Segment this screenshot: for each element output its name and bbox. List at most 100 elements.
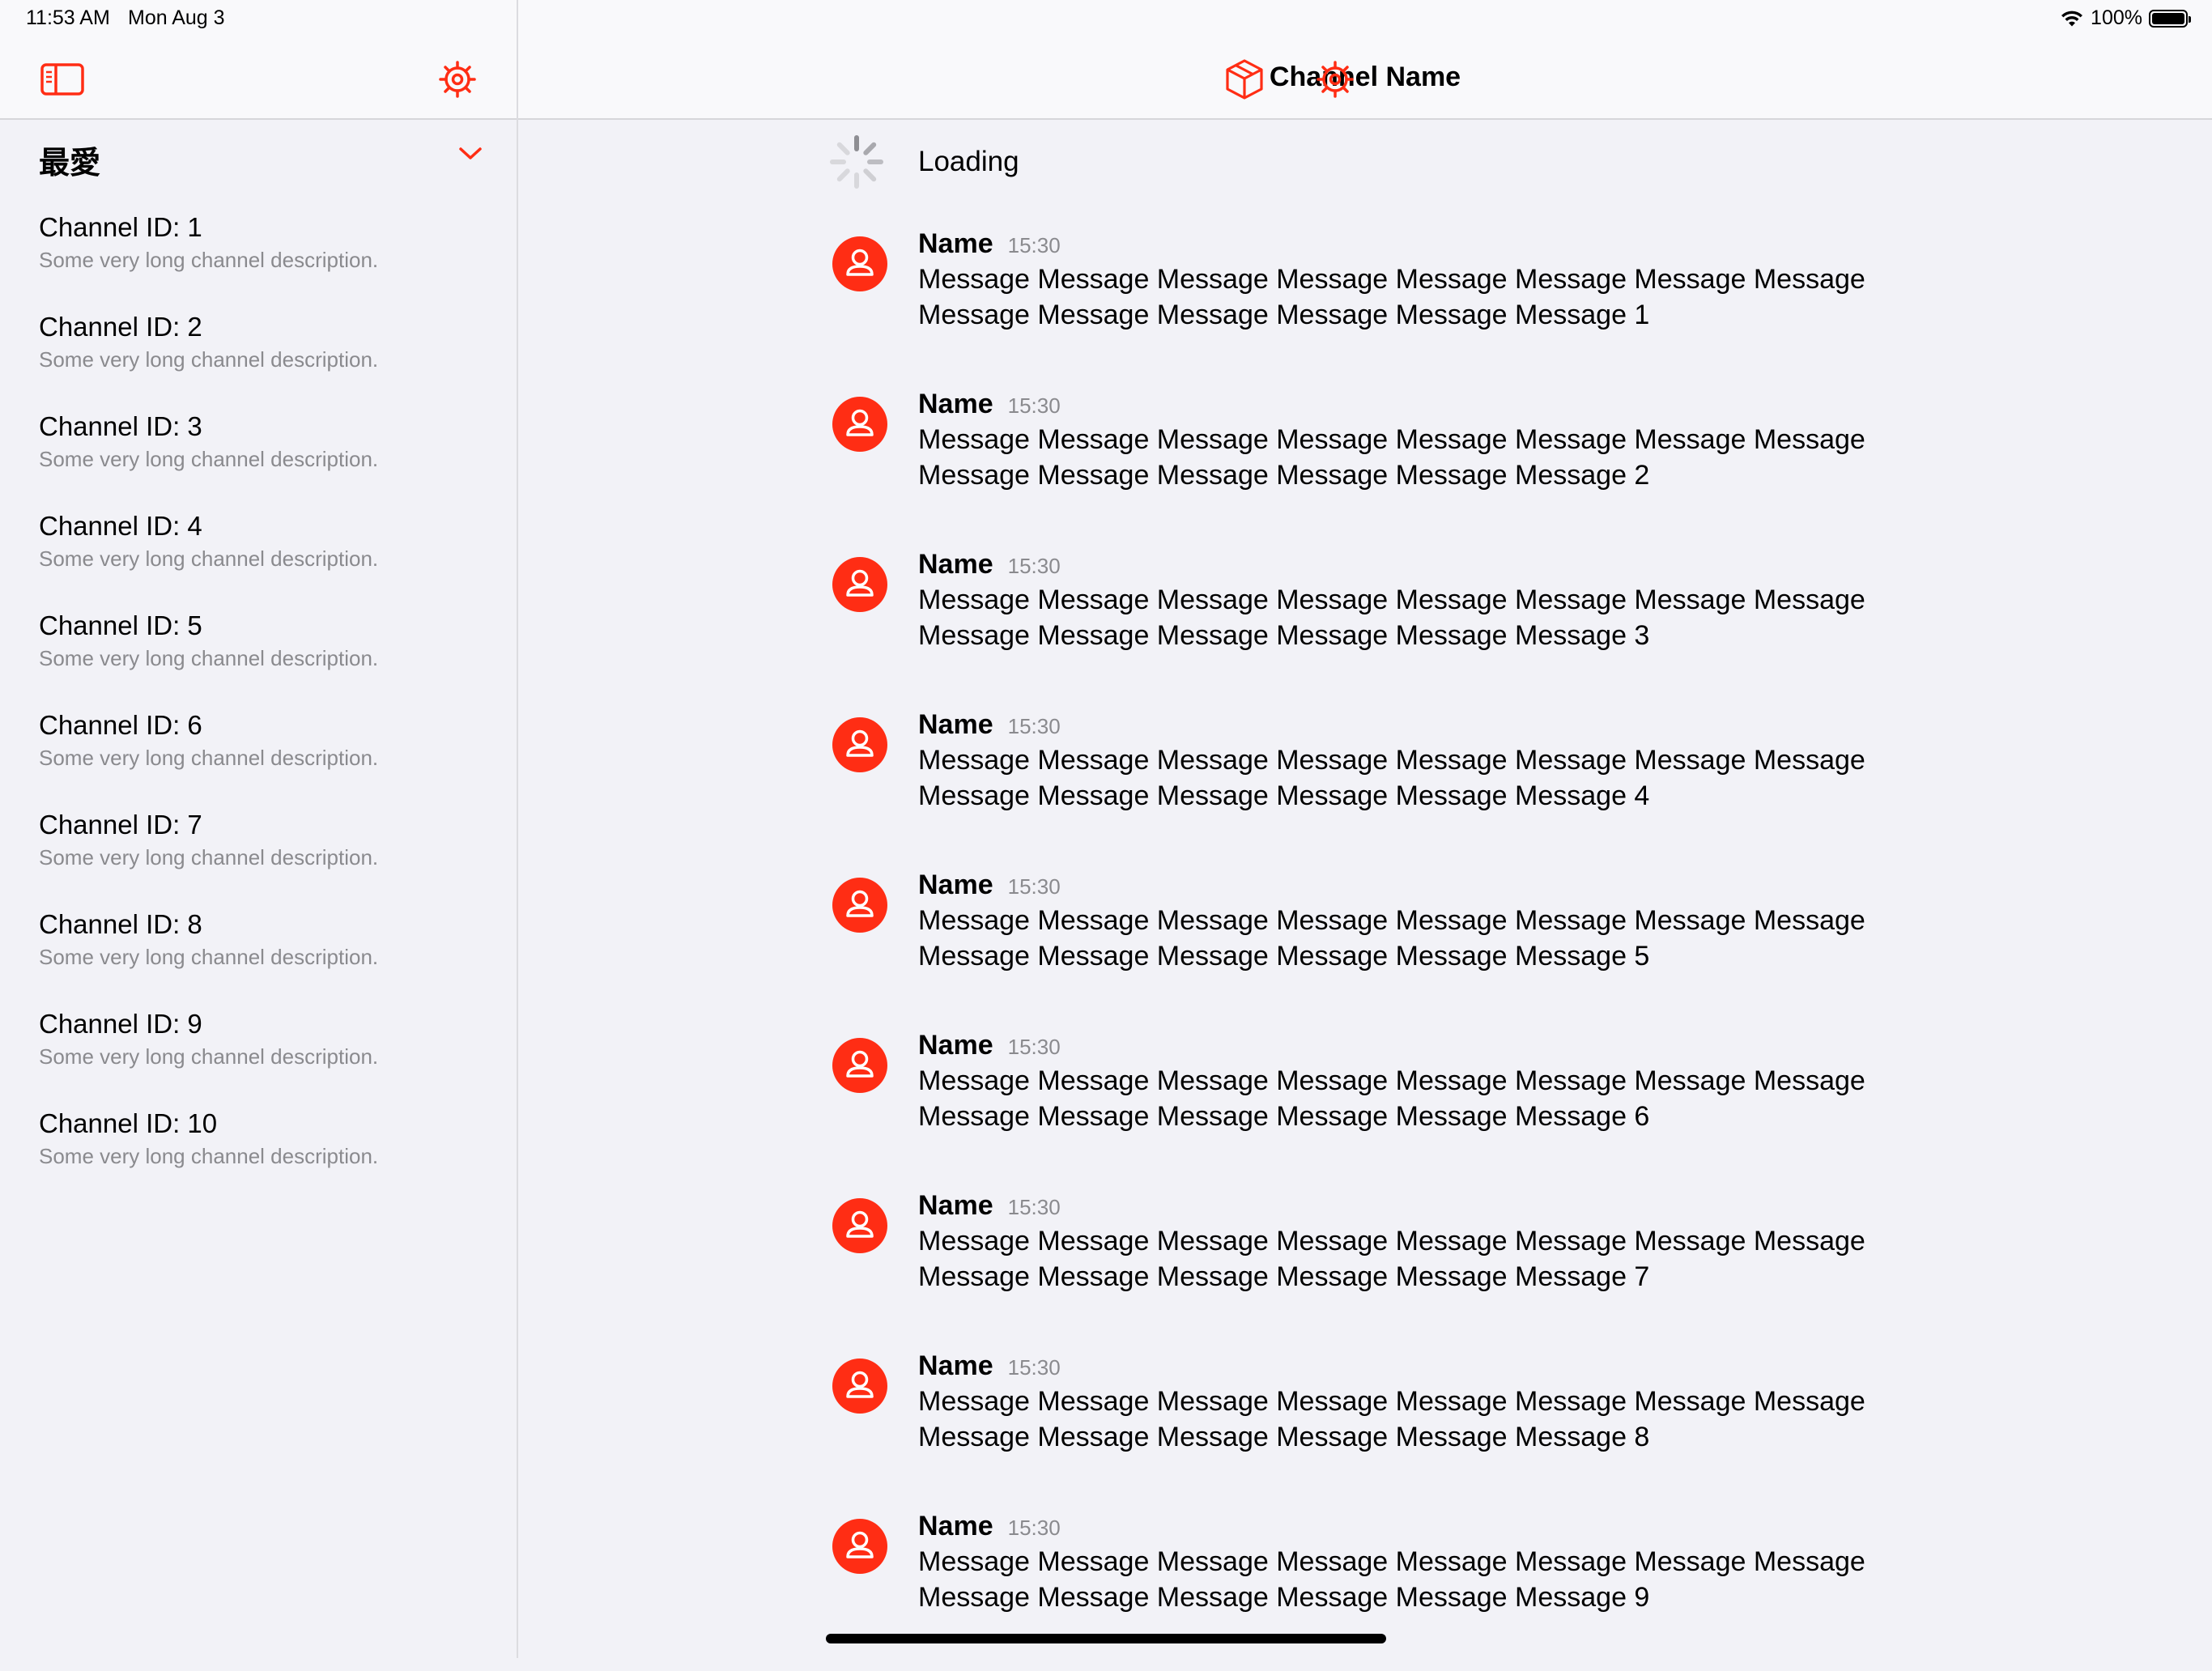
channel-description: Some very long channel description. bbox=[39, 646, 379, 670]
message-body: Name 15:30 Message Message Message Messa… bbox=[918, 870, 1890, 974]
channel-item[interactable]: Channel ID: 7 Some very long channel des… bbox=[0, 806, 517, 906]
package-button[interactable] bbox=[1224, 58, 1265, 100]
message-body: Name 15:30 Message Message Message Messa… bbox=[918, 549, 1890, 653]
channel-list: Channel ID: 1 Some very long channel des… bbox=[0, 209, 517, 1205]
message-time: 15:30 bbox=[1007, 1195, 1061, 1219]
channel-title: Channel ID: 7 bbox=[39, 810, 202, 840]
loading-indicator: Loading bbox=[827, 131, 1019, 193]
message-text: Message Message Message Message Message … bbox=[918, 1386, 1865, 1452]
avatar[interactable] bbox=[832, 1198, 887, 1253]
message-text: Message Message Message Message Message … bbox=[918, 1226, 1865, 1292]
channel-item[interactable]: Channel ID: 2 Some very long channel des… bbox=[0, 308, 517, 408]
message-row: Name 15:30 Message Message Message Messa… bbox=[827, 870, 2058, 1030]
message-row: Name 15:30 Message Message Message Messa… bbox=[827, 228, 2058, 389]
person-circle-icon bbox=[846, 569, 874, 597]
channel-item[interactable]: Channel ID: 4 Some very long channel des… bbox=[0, 508, 517, 607]
message-time: 15:30 bbox=[1007, 554, 1061, 578]
person-circle-icon bbox=[846, 409, 874, 436]
message-text: Message Message Message Message Message … bbox=[918, 1546, 1865, 1613]
person-circle-icon bbox=[846, 1371, 874, 1398]
main-content: Channel Name Loading Name 15:30 Message … bbox=[518, 0, 2212, 1658]
channel-description: Some very long channel description. bbox=[39, 546, 379, 571]
avatar[interactable] bbox=[832, 717, 887, 772]
avatar[interactable] bbox=[832, 397, 887, 452]
channel-item[interactable]: Channel ID: 6 Some very long channel des… bbox=[0, 707, 517, 806]
message-text: Message Message Message Message Message … bbox=[918, 585, 1865, 651]
message-text: Message Message Message Message Message … bbox=[918, 264, 1865, 330]
person-circle-icon bbox=[846, 1210, 874, 1238]
message-time: 15:30 bbox=[1007, 393, 1061, 418]
channel-item[interactable]: Channel ID: 1 Some very long channel des… bbox=[0, 209, 517, 308]
channel-item[interactable]: Channel ID: 3 Some very long channel des… bbox=[0, 408, 517, 508]
avatar[interactable] bbox=[832, 878, 887, 933]
message-row: Name 15:30 Message Message Message Messa… bbox=[827, 1350, 2058, 1511]
section-header-favorites[interactable]: 最愛 bbox=[39, 138, 483, 181]
avatar[interactable] bbox=[832, 1358, 887, 1414]
status-right: 100% bbox=[2060, 6, 2191, 30]
avatar[interactable] bbox=[832, 1519, 887, 1574]
sidebar-toggle-button[interactable] bbox=[40, 63, 84, 96]
status-time: 11:53 AM bbox=[26, 6, 110, 29]
page-title: Channel Name bbox=[1269, 62, 1461, 92]
sidebar: 最愛 Channel ID: 1 Some very long channel … bbox=[0, 0, 518, 1658]
channel-description: Some very long channel description. bbox=[39, 347, 379, 372]
message-time: 15:30 bbox=[1007, 874, 1061, 899]
message-body: Name 15:30 Message Message Message Messa… bbox=[918, 228, 1890, 333]
channel-description: Some very long channel description. bbox=[39, 746, 379, 770]
chevron-down-icon[interactable] bbox=[458, 146, 483, 162]
channel-title: Channel ID: 2 bbox=[39, 312, 202, 342]
person-circle-icon bbox=[846, 1531, 874, 1558]
message-row: Name 15:30 Message Message Message Messa… bbox=[827, 389, 2058, 549]
person-circle-icon bbox=[846, 1050, 874, 1078]
avatar[interactable] bbox=[832, 236, 887, 291]
channel-item[interactable]: Channel ID: 10 Some very long channel de… bbox=[0, 1105, 517, 1205]
channel-title: Channel ID: 5 bbox=[39, 610, 202, 640]
gear-icon bbox=[1317, 61, 1354, 98]
wifi-icon bbox=[2061, 11, 2083, 26]
channel-title: Channel ID: 6 bbox=[39, 710, 202, 740]
message-author: Name bbox=[918, 389, 993, 419]
message-row: Name 15:30 Message Message Message Messa… bbox=[827, 1511, 2058, 1671]
message-author: Name bbox=[918, 870, 993, 900]
battery-percent: 100% bbox=[2091, 6, 2142, 29]
message-author: Name bbox=[918, 228, 993, 259]
message-text: Message Message Message Message Message … bbox=[918, 424, 1865, 491]
battery-icon bbox=[2149, 9, 2191, 28]
person-circle-icon bbox=[846, 249, 874, 276]
message-time: 15:30 bbox=[1007, 1035, 1061, 1059]
message-body: Name 15:30 Message Message Message Messa… bbox=[918, 1511, 1890, 1615]
channel-description: Some very long channel description. bbox=[39, 845, 379, 870]
channel-title: Channel ID: 4 bbox=[39, 511, 202, 541]
status-date: Mon Aug 3 bbox=[128, 6, 225, 29]
avatar[interactable] bbox=[832, 1038, 887, 1093]
message-body: Name 15:30 Message Message Message Messa… bbox=[918, 389, 1890, 493]
message-time: 15:30 bbox=[1007, 233, 1061, 257]
channel-item[interactable]: Channel ID: 5 Some very long channel des… bbox=[0, 607, 517, 707]
message-time: 15:30 bbox=[1007, 1355, 1061, 1380]
message-row: Name 15:30 Message Message Message Messa… bbox=[827, 549, 2058, 709]
channel-description: Some very long channel description. bbox=[39, 945, 379, 969]
person-circle-icon bbox=[846, 890, 874, 917]
gear-icon bbox=[439, 61, 476, 98]
message-author: Name bbox=[918, 709, 993, 740]
message-time: 15:30 bbox=[1007, 1516, 1061, 1540]
message-row: Name 15:30 Message Message Message Messa… bbox=[827, 709, 2058, 870]
channel-description: Some very long channel description. bbox=[39, 248, 379, 272]
message-body: Name 15:30 Message Message Message Messa… bbox=[918, 709, 1890, 814]
sidebar-toggle-icon bbox=[40, 63, 84, 96]
message-body: Name 15:30 Message Message Message Messa… bbox=[918, 1350, 1890, 1455]
home-indicator[interactable] bbox=[826, 1634, 1386, 1643]
person-circle-icon bbox=[846, 729, 874, 757]
message-list: Name 15:30 Message Message Message Messa… bbox=[827, 228, 2058, 1671]
message-text: Message Message Message Message Message … bbox=[918, 745, 1865, 811]
channel-item[interactable]: Channel ID: 8 Some very long channel des… bbox=[0, 906, 517, 1006]
main-settings-button[interactable] bbox=[1316, 60, 1355, 99]
avatar[interactable] bbox=[832, 557, 887, 612]
channel-item[interactable]: Channel ID: 9 Some very long channel des… bbox=[0, 1006, 517, 1105]
channel-title: Channel ID: 3 bbox=[39, 411, 202, 441]
message-body: Name 15:30 Message Message Message Messa… bbox=[918, 1190, 1890, 1295]
sidebar-settings-button[interactable] bbox=[438, 60, 477, 99]
spinner-icon bbox=[830, 135, 883, 189]
message-text: Message Message Message Message Message … bbox=[918, 905, 1865, 972]
channel-title: Channel ID: 9 bbox=[39, 1009, 202, 1039]
